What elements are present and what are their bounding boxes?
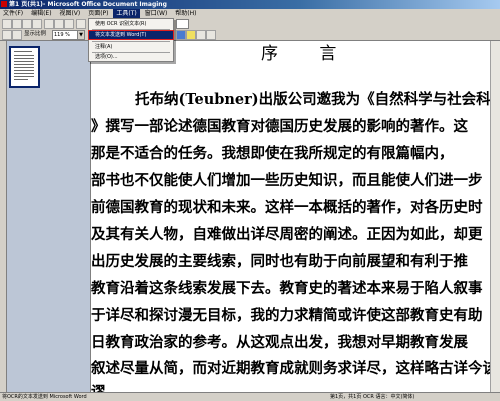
document-line: 出历史发展的主要线索，同时也有助于向前展望和有利于推 <box>91 253 468 270</box>
menu-separator <box>92 29 170 30</box>
thumb-line <box>14 61 34 62</box>
pane-splitter[interactable] <box>0 41 7 392</box>
menu-edit[interactable]: 编辑(E) <box>28 9 54 18</box>
thumb-line <box>14 55 34 56</box>
thumb-line <box>14 67 34 68</box>
thumb-line <box>14 73 34 74</box>
rotate-icon[interactable] <box>206 30 216 40</box>
document-line: 部书也不仅能使人们增加一些历史知识，而且能使人们进一步 <box>91 172 483 189</box>
thumb-line <box>14 64 34 65</box>
view-toolbar: 显示比例 119 % ▼ <box>0 29 500 41</box>
document-view: 序 言 托布纳(Teubner)出版公司邀我为《自然科学与社会科学 》撰写一部论… <box>91 41 500 392</box>
tools-dropdown-menu: 使用 OCR 识别文本(R) 将文本发送到 Word(T) 注释(A) 选项(O… <box>88 18 174 62</box>
menu-view[interactable]: 视图(V) <box>56 9 83 18</box>
zoom-select[interactable]: 119 % ▼ <box>52 30 85 40</box>
zoom-label: 显示比例 <box>24 31 47 37</box>
new-icon[interactable] <box>2 19 12 29</box>
menu-bar: 文件(F) 编辑(E) 视图(V) 页面(P) 工具(T) 窗口(W) 帮助(H… <box>0 9 500 18</box>
select-pointer-icon[interactable] <box>2 30 12 40</box>
thumb-line <box>14 70 34 71</box>
menu-tools[interactable]: 工具(T) <box>113 9 140 18</box>
thumb-line <box>14 79 28 80</box>
hand-tool-icon[interactable] <box>12 30 22 40</box>
menu-help[interactable]: 帮助(H) <box>172 9 199 18</box>
app-icon <box>1 1 7 7</box>
text-box-icon[interactable] <box>196 30 206 40</box>
document-line: 谬。 <box>91 381 120 392</box>
menu-item-options[interactable]: 选项(O)... <box>89 53 173 61</box>
document-line: 托布纳(Teubner)出版公司邀我为《自然科学与社会科学 <box>135 91 500 108</box>
save-icon[interactable] <box>22 19 32 29</box>
thumb-line <box>14 58 34 59</box>
menu-item-ocr[interactable]: 使用 OCR 识别文本(R) <box>89 20 173 28</box>
chevron-down-icon[interactable]: ▼ <box>77 31 84 39</box>
open-icon[interactable] <box>12 19 22 29</box>
cut-icon[interactable] <box>44 19 54 29</box>
thumb-line <box>14 76 34 77</box>
page-number-field[interactable] <box>176 19 189 29</box>
vertical-scrollbar[interactable] <box>490 41 500 392</box>
undo-icon[interactable] <box>76 19 86 29</box>
document-line: 叙述尽量从简，而对近期教育成就则务求详尽，这样略古详今该 <box>91 360 497 377</box>
document-line: 前德国教育的现状和未来。这样一本概括的著作，对各历史时 <box>91 199 483 216</box>
document-line: 及其有关人物，自难做出详尽周密的阐述。正因为如此，却更 <box>91 226 483 243</box>
window-title: 第1 页(共1)- Microsoft Office Document Imag… <box>9 1 167 8</box>
menu-file[interactable]: 文件(F) <box>0 9 26 18</box>
menu-window[interactable]: 窗口(W) <box>142 9 171 18</box>
highlighter-icon[interactable] <box>176 30 186 40</box>
copy-icon[interactable] <box>54 19 64 29</box>
thumb-line <box>14 51 32 52</box>
page-thumbnail[interactable] <box>9 46 40 88</box>
menu-page[interactable]: 页面(P) <box>85 9 111 18</box>
document-title: 序 言 <box>261 44 355 64</box>
menu-item-annotations[interactable]: 注释(A) <box>89 43 173 51</box>
document-line: 教育沿着这条线索发展下去。教育史的著述本来易于陷人叙事 <box>91 280 483 297</box>
thumbnail-pane <box>0 41 91 392</box>
title-bar: 第1 页(共1)- Microsoft Office Document Imag… <box>0 0 500 9</box>
document-line: 》撰写一部论述德国教育对德国历史发展的影响的著作。这 <box>91 118 468 135</box>
pen-icon[interactable] <box>186 30 196 40</box>
menu-separator <box>92 41 170 42</box>
zoom-value: 119 % <box>54 32 70 38</box>
document-line: 日教育政治家的参考。从这观点出发，我想对早期教育发展 <box>91 334 468 351</box>
menu-item-send-to-word[interactable]: 将文本发送到 Word(T) <box>88 30 174 40</box>
paste-icon[interactable] <box>64 19 74 29</box>
document-line: 于详尽和探讨漫无目标，我的力求精简或许使这部教育史有助 <box>91 307 483 324</box>
document-line: 那是不适合的任务。我想即使在我所规定的有限篇幅内， <box>91 145 454 162</box>
print-icon[interactable] <box>32 19 42 29</box>
